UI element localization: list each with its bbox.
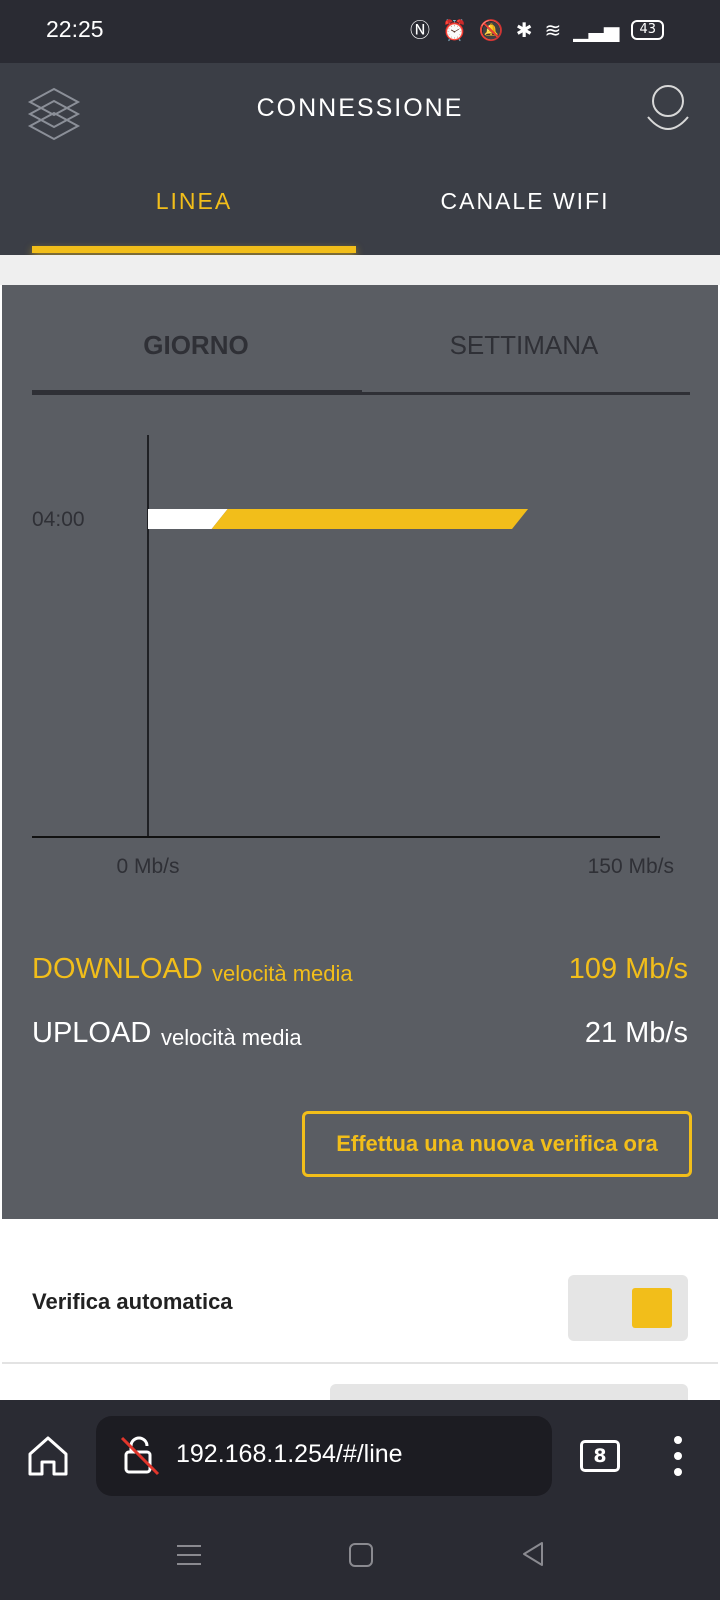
app-header: CONNESSIONE LINEA CANALE WIFI <box>0 63 720 255</box>
url-text: 192.168.1.254/#/line <box>176 1440 403 1468</box>
more-menu-icon[interactable] <box>672 1434 684 1478</box>
download-value: 109 Mb/s <box>568 953 688 985</box>
status-icons: Ⓝ ⏰ 🔕 ✱ ≋ ▁▃▅ 43 <box>410 18 664 42</box>
subtab-giorno[interactable]: GIORNO <box>32 330 360 361</box>
tabs-count-button[interactable]: 8 <box>580 1440 620 1472</box>
home-icon[interactable] <box>26 1434 70 1478</box>
subtab-active-indicator <box>32 390 362 395</box>
alarm-icon: ⏰ <box>441 18 467 42</box>
status-bar: 22:25 Ⓝ ⏰ 🔕 ✱ ≋ ▁▃▅ 43 <box>0 0 720 63</box>
upload-sublabel: velocità media <box>161 1025 302 1050</box>
tab-canale-wifi[interactable]: CANALE WIFI <box>360 188 690 215</box>
back-icon[interactable] <box>520 1540 546 1568</box>
upload-label: UPLOAD <box>32 1017 152 1049</box>
toggle-knob <box>632 1288 672 1328</box>
signal-icon: ▁▃▅ <box>573 18 620 42</box>
download-bar <box>211 509 529 529</box>
auto-verify-toggle[interactable] <box>568 1275 688 1341</box>
row-divider <box>2 1362 718 1364</box>
insecure-lock-icon[interactable] <box>120 1436 160 1476</box>
wifi-icon: ≋ <box>544 18 562 42</box>
auto-verify-row: Verifica automatica <box>0 1219 720 1364</box>
status-time: 22:25 <box>46 16 104 42</box>
address-bar[interactable]: 192.168.1.254/#/line <box>96 1416 552 1496</box>
speed-card: GIORNO SETTIMANA 04:00 0 Mb/s 150 Mb/s DOW… <box>2 285 718 1219</box>
separator-strip <box>0 255 720 285</box>
y-tick-label: 04:00 <box>32 508 85 531</box>
bluetooth-icon: ✱ <box>515 18 533 42</box>
x-tick-label: 0 Mb/s <box>116 855 179 878</box>
mute-icon: 🔕 <box>478 18 504 42</box>
active-tab-indicator <box>32 246 356 253</box>
browser-toolbar: 192.168.1.254/#/line 8 <box>0 1400 720 1600</box>
download-label: DOWNLOAD <box>32 953 203 985</box>
system-nav-bar <box>0 1510 720 1600</box>
verify-now-button[interactable]: Effettua una nuova verifica ora <box>302 1111 692 1177</box>
x-tick-label: 150 Mb/s <box>588 855 674 878</box>
download-sublabel: velocità media <box>212 961 353 986</box>
subtab-divider <box>362 392 690 395</box>
page-title: CONNESSIONE <box>256 94 464 122</box>
nfc-icon: Ⓝ <box>409 18 430 42</box>
upload-value: 21 Mb/s <box>584 1017 688 1049</box>
recent-apps-icon[interactable] <box>176 1542 202 1568</box>
speed-chart: 04:00 0 Mb/s 150 Mb/s <box>32 435 674 878</box>
system-home-icon[interactable] <box>348 1542 374 1568</box>
auto-verify-label: Verifica automatica <box>32 1289 233 1314</box>
tab-linea[interactable]: LINEA <box>32 188 356 215</box>
battery-icon: 43 <box>631 20 664 40</box>
subtab-settimana[interactable]: SETTIMANA <box>360 330 688 361</box>
user-icon[interactable] <box>646 83 690 135</box>
